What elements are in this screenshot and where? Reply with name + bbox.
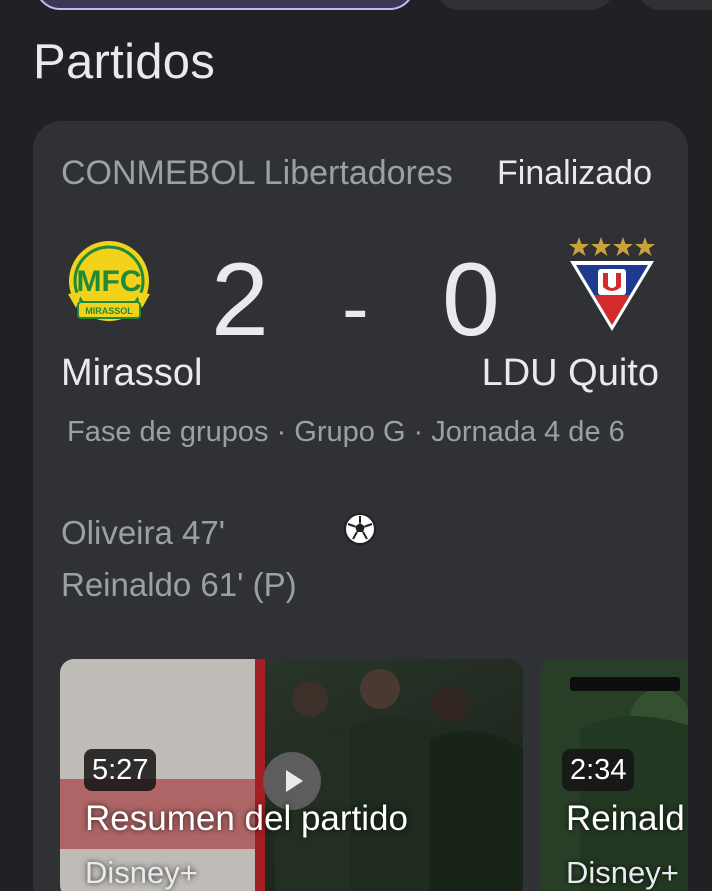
match-phase: Fase de grupos · Grupo G · Jornada 4 de … <box>67 416 625 448</box>
crest-text: MFC <box>77 265 142 298</box>
video-carousel[interactable]: 5:27 Resumen del partido Disney+ 2:34 Re… <box>60 659 688 891</box>
video-card[interactable]: 2:34 Reinald Disney+ <box>540 659 688 891</box>
score-separator: - <box>342 263 369 352</box>
mirassol-crest-icon[interactable]: MIRASSOL MFC <box>62 236 156 330</box>
ldu-quito-crest-icon[interactable] <box>568 235 656 333</box>
crest-sub-text: MIRASSOL <box>85 306 133 316</box>
video-source: Disney+ <box>566 855 679 890</box>
away-team-name[interactable]: LDU Quito <box>482 352 659 395</box>
video-source: Disney+ <box>85 855 198 890</box>
filter-chip-selected[interactable] <box>35 0 415 10</box>
video-title[interactable]: Reinald <box>566 799 685 839</box>
soccer-ball-icon <box>344 513 376 545</box>
goal-scorer: Oliveira 47' <box>61 514 226 551</box>
away-score: 0 <box>442 242 500 358</box>
filter-chip[interactable] <box>636 0 712 10</box>
home-score: 2 <box>211 242 269 358</box>
page: Partidos CONMEBOL Libertadores Finalizad… <box>0 0 712 891</box>
competition-name[interactable]: CONMEBOL Libertadores <box>61 154 471 193</box>
home-team-name[interactable]: Mirassol <box>61 352 202 395</box>
match-status: Finalizado <box>497 154 652 192</box>
video-duration: 2:34 <box>562 749 635 791</box>
filter-chip[interactable] <box>435 0 615 10</box>
video-card[interactable]: 5:27 Resumen del partido Disney+ <box>60 659 523 891</box>
video-title[interactable]: Resumen del partido <box>85 799 408 839</box>
video-duration: 5:27 <box>84 749 157 791</box>
goal-scorer: Reinaldo 61' (P) <box>61 566 297 603</box>
section-title: Partidos <box>33 35 216 89</box>
